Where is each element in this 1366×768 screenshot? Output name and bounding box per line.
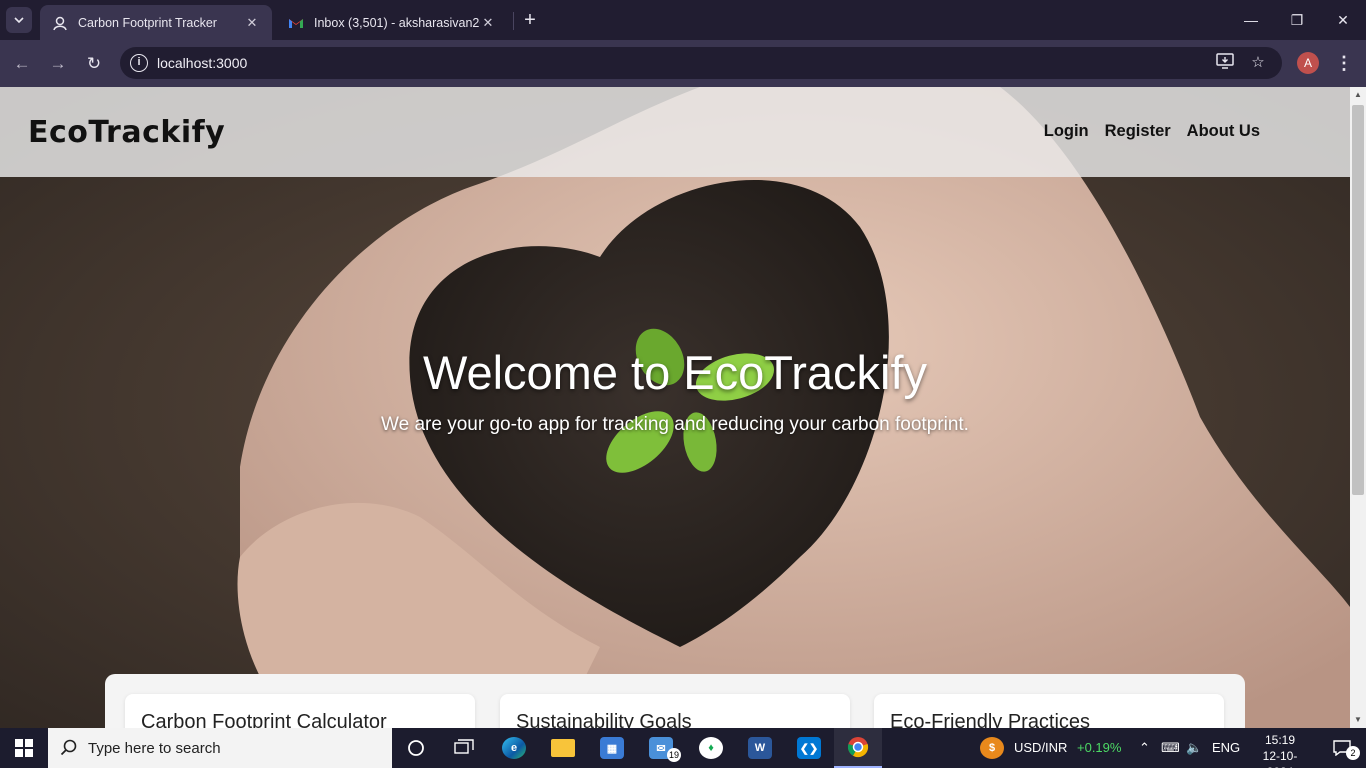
clock-date: 12-10-2024 [1262, 749, 1298, 768]
features-section: Carbon Footprint Calculator Sustainabili… [105, 674, 1245, 728]
bookmark-star-icon[interactable]: ☆ [1247, 53, 1269, 73]
windows-start-icon[interactable] [0, 728, 48, 768]
mongodb-compass-icon[interactable]: ♦ [687, 728, 735, 768]
brand-logo[interactable]: EcoTrackify [28, 115, 225, 150]
feature-card-goals[interactable]: Sustainability Goals [500, 694, 850, 728]
scroll-up-arrow-icon[interactable]: ▲ [1350, 87, 1366, 103]
search-icon [60, 739, 77, 756]
restore-icon[interactable]: ❐ [1274, 0, 1320, 40]
page-scrollbar[interactable]: ▲ ▼ [1350, 87, 1366, 728]
window-close-icon[interactable]: ✕ [1320, 0, 1366, 40]
mail-badge: 19 [667, 748, 681, 762]
chrome-icon[interactable] [834, 728, 882, 768]
install-app-icon[interactable] [1214, 53, 1236, 73]
new-tab-icon[interactable]: + [519, 9, 541, 31]
notification-center-icon[interactable]: 2 [1318, 728, 1366, 768]
close-tab-icon[interactable]: ✕ [244, 15, 260, 31]
feature-card-practices[interactable]: Eco-Friendly Practices [874, 694, 1224, 728]
notification-badge: 2 [1346, 746, 1360, 760]
minimize-icon[interactable]: — [1228, 0, 1274, 40]
url-text[interactable]: localhost:3000 [157, 55, 247, 71]
clock[interactable]: 15:19 12-10-2024 [1252, 732, 1308, 768]
network-icon[interactable]: ⌨ [1161, 740, 1180, 756]
nav-links: Login Register About Us [1044, 122, 1260, 141]
tab-title: Carbon Footprint Tracker [78, 15, 217, 30]
site-info-icon[interactable]: i [130, 54, 148, 72]
tab-carbon-footprint[interactable]: Carbon Footprint Tracker ✕ [40, 5, 272, 40]
feature-card-calculator[interactable]: Carbon Footprint Calculator [125, 694, 475, 728]
user-favicon-icon [53, 16, 67, 30]
page-viewport: EcoTrackify Login Register About Us Welc… [0, 87, 1350, 728]
address-bar[interactable]: i localhost:3000 ☆ [120, 47, 1282, 79]
currency-change[interactable]: +0.19% [1077, 740, 1121, 755]
search-placeholder: Type here to search [88, 739, 221, 757]
tab-gmail-inbox[interactable]: Inbox (3,501) - aksharasivan200 ✕ [276, 5, 508, 40]
nav-register-link[interactable]: Register [1105, 122, 1171, 141]
tab-title: Inbox (3,501) - aksharasivan200 [314, 15, 480, 30]
task-view-icon[interactable] [440, 728, 488, 768]
feature-card-title: Eco-Friendly Practices [890, 711, 1091, 728]
forward-arrow-icon[interactable]: → [46, 52, 70, 76]
windows-taskbar: Type here to search e ▦ ✉ 19 ♦ W ❮❯ $ US… [0, 728, 1366, 768]
browser-toolbar: ← → ↻ i localhost:3000 ☆ A ⋮ [0, 40, 1366, 87]
tab-separator [513, 12, 514, 30]
clock-time: 15:19 [1264, 733, 1296, 747]
back-arrow-icon[interactable]: ← [10, 52, 34, 76]
reload-icon[interactable]: ↻ [82, 52, 106, 76]
hero-title: Welcome to EcoTrackify [422, 346, 928, 399]
feature-card-title: Carbon Footprint Calculator [141, 711, 387, 728]
site-navbar: EcoTrackify Login Register About Us [0, 87, 1350, 177]
profile-avatar[interactable]: A [1297, 52, 1319, 74]
language-indicator[interactable]: ENG [1212, 740, 1240, 755]
volume-icon[interactable]: 🔈 [1186, 740, 1202, 756]
tab-strip: Carbon Footprint Tracker ✕ Inbox (3,501)… [0, 0, 1366, 40]
gmail-icon [289, 18, 303, 28]
nav-login-link[interactable]: Login [1044, 122, 1089, 141]
scroll-thumb[interactable] [1352, 105, 1364, 495]
stocks-widget-icon[interactable]: $ [968, 728, 1016, 768]
close-tab-icon[interactable]: ✕ [480, 15, 496, 31]
cortana-icon[interactable] [392, 728, 440, 768]
scroll-down-arrow-icon[interactable]: ▼ [1350, 712, 1366, 728]
nav-about-link[interactable]: About Us [1187, 122, 1260, 141]
hero-background-image [0, 87, 1350, 728]
mail-icon[interactable]: ✉ 19 [637, 728, 685, 768]
tab-search-button[interactable] [6, 7, 32, 33]
word-icon[interactable]: W [736, 728, 784, 768]
microsoft-store-icon[interactable]: ▦ [588, 728, 636, 768]
hero-subtitle: We are your go-to app for tracking and r… [381, 414, 969, 435]
chevron-down-icon [14, 17, 24, 24]
file-explorer-icon[interactable] [539, 728, 587, 768]
tray-chevron-up-icon[interactable]: ⌃ [1139, 740, 1150, 756]
taskbar-search-box[interactable]: Type here to search [48, 728, 392, 768]
menu-kebab-icon[interactable]: ⋮ [1334, 52, 1354, 74]
edge-browser-icon[interactable]: e [490, 728, 538, 768]
feature-card-title: Sustainability Goals [516, 711, 692, 728]
currency-label[interactable]: USD/INR [1014, 740, 1067, 755]
vscode-icon[interactable]: ❮❯ [785, 728, 833, 768]
